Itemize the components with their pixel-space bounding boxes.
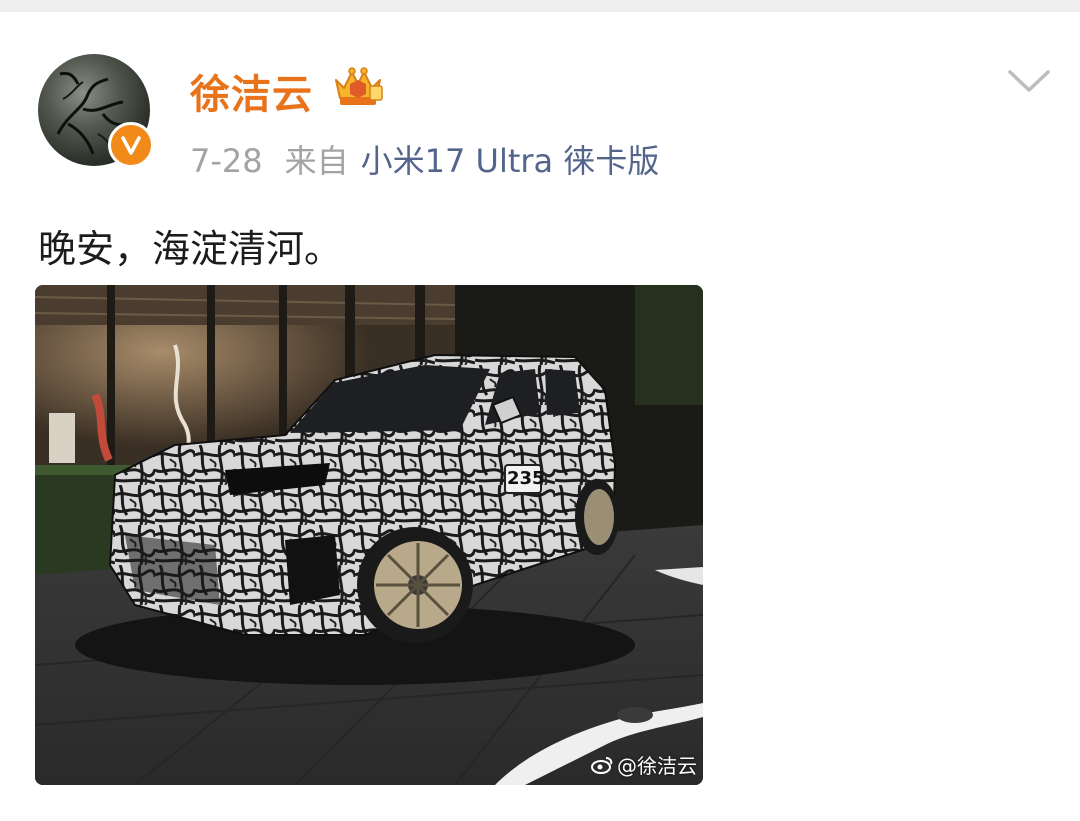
verified-icon [108,122,154,168]
weibo-logo-icon [591,756,613,774]
weibo-post-card: 徐洁云 7-28 来自 小米17 Ultra 徕卡版 晚安，海淀清河。 235 … [0,12,1080,821]
username[interactable]: 徐洁云 [190,62,313,120]
from-label: 来自 [284,142,349,180]
post-date: 7-28 [190,142,263,180]
door-number-label: 235 [507,468,545,489]
post-meta: 7-28 来自 小米17 Ultra 徕卡版 [190,136,659,182]
watermark-text: @徐洁云 [617,754,697,778]
post-text: 晚安，海淀清河。 [38,227,343,271]
top-divider-bar [0,0,1080,12]
photo-watermark: @徐洁云 [591,750,697,779]
post-photo[interactable]: 235 @徐洁云 [35,285,703,785]
chevron-down-icon[interactable] [1006,68,1052,96]
avatar-container[interactable] [38,54,154,168]
crown-member-icon[interactable] [330,64,386,110]
source-device-link[interactable]: 小米17 Ultra 徕卡版 [361,142,660,180]
